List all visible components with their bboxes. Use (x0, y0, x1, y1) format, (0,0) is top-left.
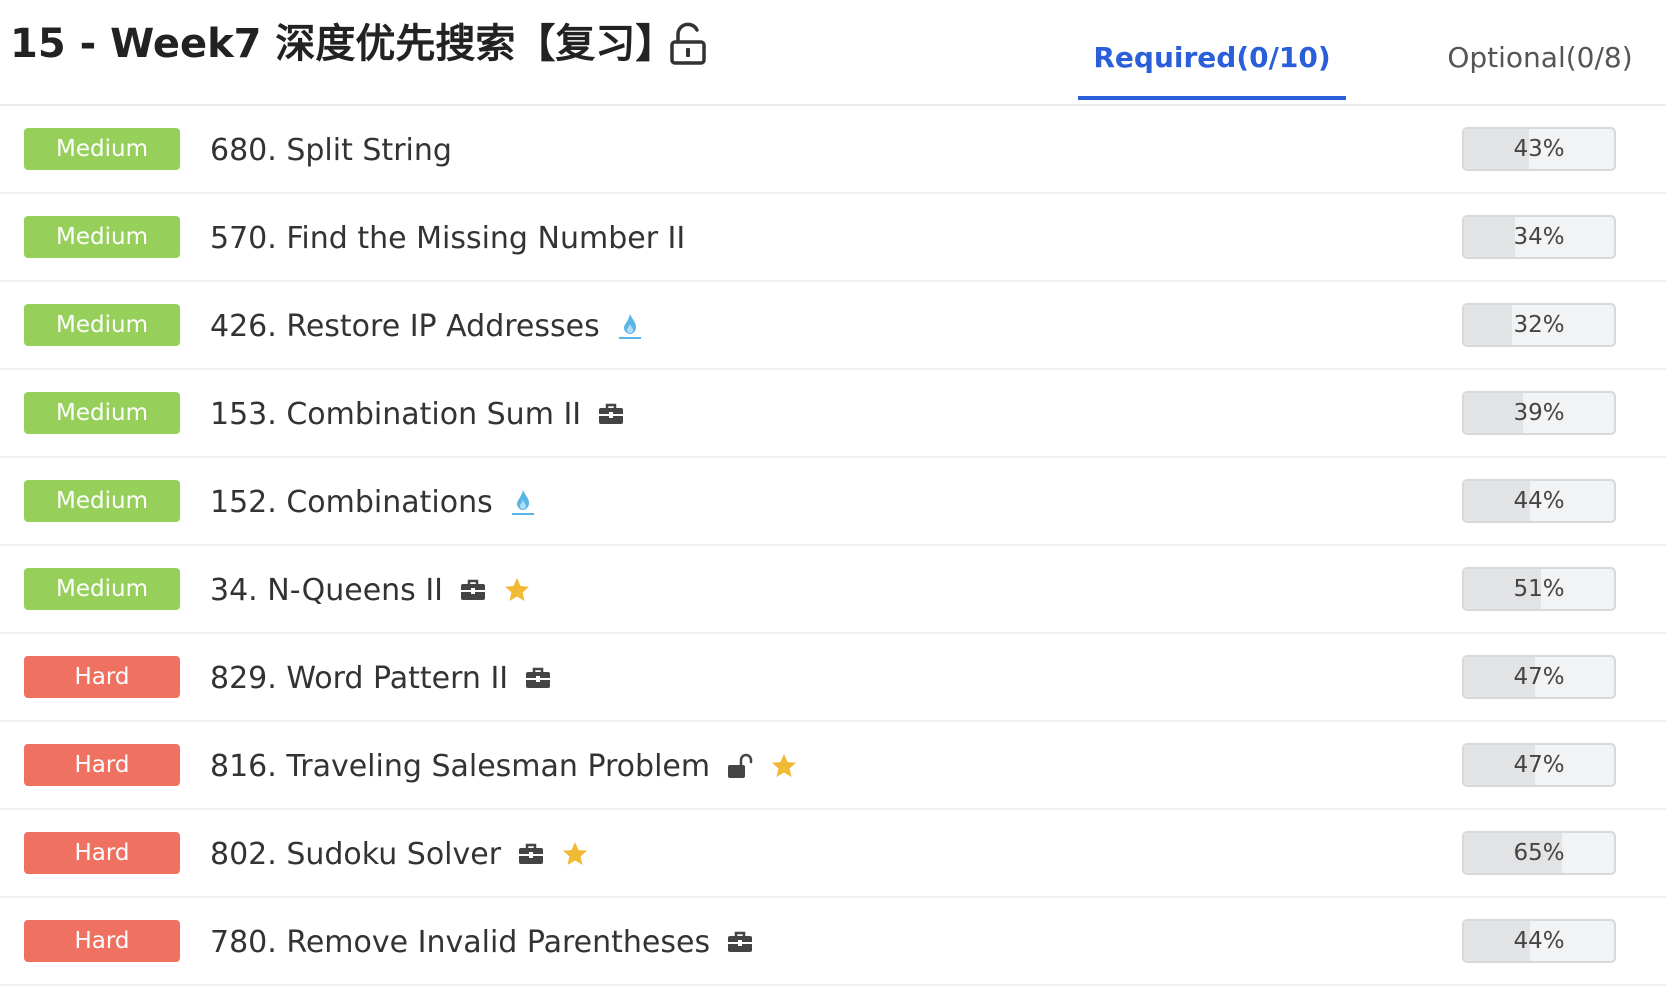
problem-title[interactable]: 816. Traveling Salesman Problem (210, 749, 710, 784)
unlock-icon (726, 752, 754, 780)
acceptance-rate-text: 47% (1513, 664, 1565, 690)
acceptance-rate: 32% (1462, 303, 1616, 347)
problem-row[interactable]: Medium 152. Combinations 44% (0, 458, 1666, 546)
acceptance-rate: 34% (1462, 215, 1616, 259)
acceptance-rate-text: 51% (1513, 576, 1565, 602)
problem-list: Medium 680. Split String 43% Medium 570.… (0, 106, 1666, 986)
difficulty-badge: Hard (24, 920, 180, 962)
problem-title[interactable]: 34. N-Queens II (210, 573, 443, 608)
unlock-icon[interactable] (668, 22, 708, 66)
difficulty-badge: Hard (24, 744, 180, 786)
problem-info: 802. Sudoku Solver (210, 830, 589, 878)
acceptance-rate-text: 32% (1513, 312, 1565, 338)
problem-row[interactable]: Medium 426. Restore IP Addresses 32% (0, 282, 1666, 370)
acceptance-rate: 43% (1462, 127, 1616, 171)
problem-row[interactable]: Medium 34. N-Queens II 51% (0, 546, 1666, 634)
fire-icon (616, 312, 644, 340)
difficulty-badge: Hard (24, 832, 180, 874)
fire-icon (509, 488, 537, 516)
acceptance-rate: 47% (1462, 743, 1616, 787)
briefcase-icon (597, 400, 625, 428)
problem-info: 816. Traveling Salesman Problem (210, 742, 798, 790)
star-icon (503, 576, 531, 604)
problem-info: 829. Word Pattern II (210, 654, 552, 702)
problem-row[interactable]: Medium 570. Find the Missing Number II 3… (0, 194, 1666, 282)
tab-required[interactable]: Required(0/10) (1078, 36, 1346, 100)
problem-row[interactable]: Hard 780. Remove Invalid Parentheses 44% (0, 898, 1666, 986)
problem-title[interactable]: 680. Split String (210, 133, 452, 168)
acceptance-rate-text: 34% (1513, 224, 1565, 250)
problem-title[interactable]: 780. Remove Invalid Parentheses (210, 925, 710, 960)
problem-info: 680. Split String (210, 126, 452, 174)
problem-info: 780. Remove Invalid Parentheses (210, 918, 754, 966)
difficulty-badge: Medium (24, 128, 180, 170)
star-icon (561, 840, 589, 868)
acceptance-rate: 65% (1462, 831, 1616, 875)
problem-info: 152. Combinations (210, 478, 537, 526)
acceptance-rate-text: 39% (1513, 400, 1565, 426)
problem-row[interactable]: Hard 816. Traveling Salesman Problem 47% (0, 722, 1666, 810)
acceptance-rate: 44% (1462, 919, 1616, 963)
problem-info: 153. Combination Sum II (210, 390, 625, 438)
acceptance-rate-text: 65% (1513, 840, 1565, 866)
tab-optional[interactable]: Optional(0/8) (1420, 36, 1660, 80)
problem-title[interactable]: 570. Find the Missing Number II (210, 221, 685, 256)
difficulty-badge: Medium (24, 216, 180, 258)
briefcase-icon (726, 928, 754, 956)
problem-row[interactable]: Medium 153. Combination Sum II 39% (0, 370, 1666, 458)
problem-title[interactable]: 802. Sudoku Solver (210, 837, 501, 872)
problem-title[interactable]: 153. Combination Sum II (210, 397, 581, 432)
problem-row[interactable]: Hard 829. Word Pattern II 47% (0, 634, 1666, 722)
acceptance-rate: 39% (1462, 391, 1616, 435)
briefcase-icon (459, 576, 487, 604)
star-icon (770, 752, 798, 780)
briefcase-icon (517, 840, 545, 868)
problem-info: 426. Restore IP Addresses (210, 302, 644, 350)
difficulty-badge: Hard (24, 656, 180, 698)
acceptance-rate-text: 44% (1513, 488, 1565, 514)
problem-row[interactable]: Medium 680. Split String 43% (0, 106, 1666, 194)
page-title: 15 - Week7 深度优先搜索【复习】 (10, 21, 676, 67)
problem-info: 34. N-Queens II (210, 566, 531, 614)
problem-title[interactable]: 829. Word Pattern II (210, 661, 508, 696)
problem-info: 570. Find the Missing Number II (210, 214, 685, 262)
problem-title[interactable]: 152. Combinations (210, 485, 493, 520)
difficulty-badge: Medium (24, 568, 180, 610)
difficulty-badge: Medium (24, 480, 180, 522)
acceptance-rate: 44% (1462, 479, 1616, 523)
acceptance-rate-text: 44% (1513, 928, 1565, 954)
acceptance-rate-text: 47% (1513, 752, 1565, 778)
problem-row[interactable]: Hard 802. Sudoku Solver 65% (0, 810, 1666, 898)
acceptance-rate: 47% (1462, 655, 1616, 699)
acceptance-rate-text: 43% (1513, 136, 1565, 162)
difficulty-badge: Medium (24, 392, 180, 434)
briefcase-icon (524, 664, 552, 692)
page-header: 15 - Week7 深度优先搜索【复习】 Required(0/10) Opt… (0, 0, 1666, 106)
problem-title[interactable]: 426. Restore IP Addresses (210, 309, 600, 344)
difficulty-badge: Medium (24, 304, 180, 346)
acceptance-rate: 51% (1462, 567, 1616, 611)
